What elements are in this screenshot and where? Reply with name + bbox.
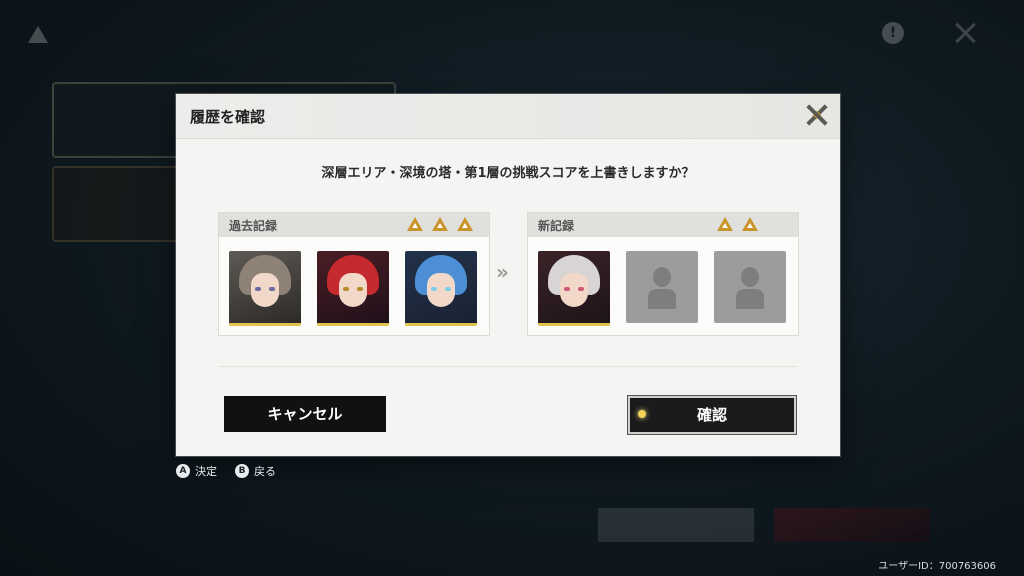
new-record-header: 新記録: [528, 213, 798, 237]
party-member-portrait: [229, 251, 301, 326]
confirm-button-label: 確認: [696, 406, 727, 424]
star-icon: [407, 217, 423, 231]
star-icon: [457, 217, 473, 231]
user-id: ユーザーID：700763606: [878, 561, 996, 572]
hint-confirm: A 決定: [176, 463, 217, 479]
hint-label: 戻る: [254, 465, 276, 478]
dialog-header: 履歴を確認: [176, 94, 840, 139]
controller-hints: A 決定 B 戻る: [176, 463, 276, 479]
overwrite-question: 深層エリア・深境の塔・第1層の挑戦スコアを上書きしますか？: [321, 166, 695, 181]
star-icon: [432, 217, 448, 231]
b-button-icon: B: [235, 464, 249, 478]
star-icon: [717, 217, 733, 231]
past-record-header: 過去記録: [219, 213, 489, 237]
cancel-button[interactable]: キャンセル: [224, 396, 386, 432]
divider: [218, 366, 798, 367]
hint-back: B 戻る: [235, 463, 276, 479]
transition-arrow-icon: »: [496, 260, 509, 284]
dialog-title: 履歴を確認: [190, 108, 266, 126]
a-button-icon: A: [176, 464, 190, 478]
past-record-panel: 過去記録: [218, 212, 490, 336]
past-record-stars: [407, 217, 473, 231]
new-record-stars: [717, 217, 758, 231]
empty-slot-icon: [626, 251, 698, 323]
party-member-portrait: [405, 251, 477, 326]
close-icon[interactable]: [802, 100, 832, 130]
party-member-portrait: [538, 251, 610, 326]
empty-slot-icon: [714, 251, 786, 323]
new-record-label: 新記録: [538, 219, 575, 233]
star-icon: [742, 217, 758, 231]
confirm-button[interactable]: 確認: [627, 395, 797, 435]
selected-indicator-icon: [638, 410, 646, 418]
party-member-portrait: [317, 251, 389, 326]
hint-label: 決定: [195, 465, 217, 478]
new-record-panel: 新記録: [527, 212, 799, 336]
past-record-label: 過去記録: [229, 219, 278, 233]
confirm-history-dialog: 履歴を確認 深層エリア・深境の塔・第1層の挑戦スコアを上書きしますか？ 過去記録…: [176, 94, 840, 456]
